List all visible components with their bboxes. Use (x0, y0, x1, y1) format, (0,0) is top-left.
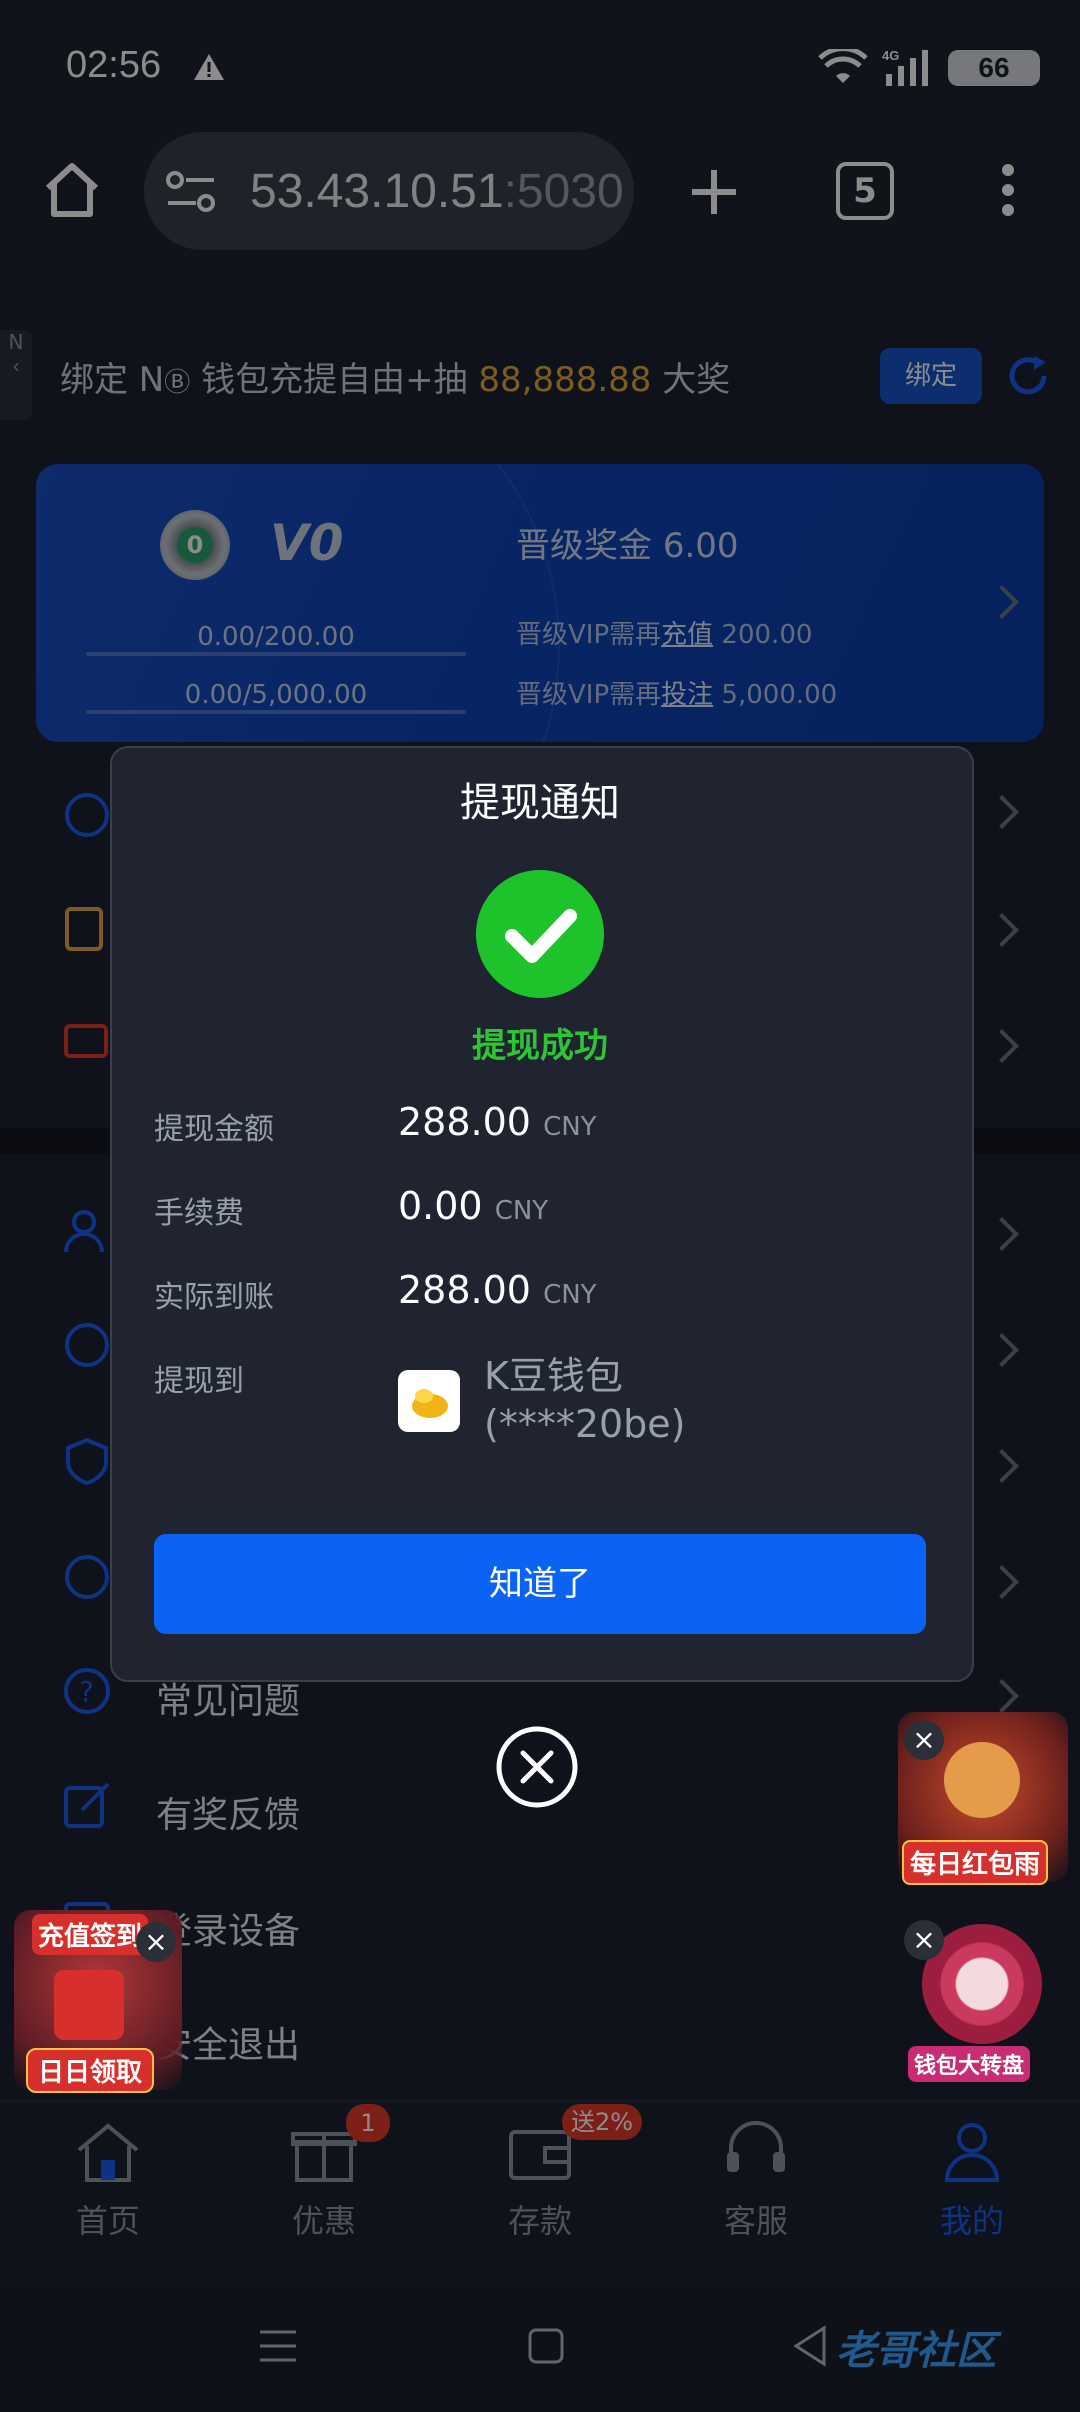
success-check-icon (476, 870, 604, 998)
k-bean-wallet-icon (398, 1370, 460, 1432)
received-value: 288.00 CNY (398, 1268, 597, 1312)
close-red-packet-promo-button[interactable]: × (904, 1720, 944, 1760)
close-lucky-wheel-promo-button[interactable]: × (904, 1920, 944, 1960)
red-envelope-icon (54, 1970, 124, 2040)
fee-value: 0.00 CNY (398, 1184, 549, 1228)
withdrawal-status: 提现成功 (472, 1026, 608, 1066)
close-dialog-icon[interactable] (496, 1726, 578, 1808)
close-checkin-promo-button[interactable]: × (136, 1922, 176, 1962)
red-packet-rain-label: 每日红包雨 (902, 1840, 1049, 1885)
fee-label: 手续费 (154, 1196, 244, 1231)
dialog-title: 提现通知 (460, 780, 620, 826)
checkin-promo-label: 日日领取 (26, 2048, 155, 2093)
received-label: 实际到账 (154, 1280, 274, 1315)
lucky-wheel-label: 钱包大转盘 (908, 2046, 1031, 2082)
destination-label: 提现到 (154, 1364, 244, 1399)
acknowledge-button[interactable]: 知道了 (154, 1534, 926, 1634)
amount-value: 288.00 CNY (398, 1100, 597, 1144)
checkin-promo-title: 充值签到 (32, 1914, 149, 1955)
god-of-wealth-icon (944, 1742, 1020, 1818)
amount-label: 提现金额 (154, 1112, 274, 1147)
destination-wallet: K豆钱包 (****20be) (484, 1354, 686, 1446)
